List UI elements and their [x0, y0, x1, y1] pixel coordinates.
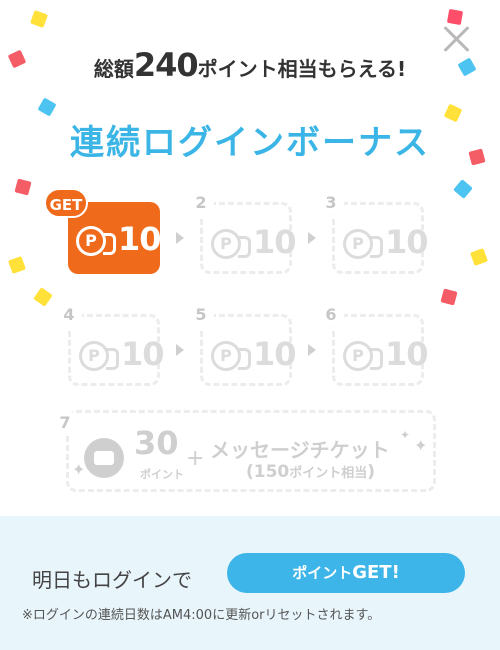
- confetti-piece: [37, 97, 57, 117]
- ticket-value-note: (150ポイント相当): [246, 462, 375, 482]
- sparkle-icon: ✦: [72, 460, 86, 479]
- point-coin-icon: P: [343, 341, 383, 371]
- get-points-button[interactable]: ポイントGET!: [227, 553, 465, 593]
- day-4-tile: P 10: [68, 314, 165, 386]
- day-7-amount: 30: [134, 424, 179, 462]
- day-3-number: 3: [318, 190, 344, 216]
- reset-note: ※ログインの連続日数はAM4:00に更新orリセットされます。: [22, 608, 381, 623]
- point-coin-icon: P: [343, 229, 383, 259]
- plus-sign: +: [186, 446, 205, 471]
- ticket-value-number: (150: [246, 462, 290, 482]
- day-5-amount: 10: [253, 335, 297, 373]
- day-1-amount: 10: [118, 220, 162, 258]
- confetti-piece: [30, 10, 48, 28]
- day-6-number: 6: [318, 302, 344, 328]
- arrow-right-icon: [308, 344, 316, 356]
- confetti-piece: [8, 256, 26, 274]
- day-2-amount: 10: [253, 223, 297, 261]
- day-2-tile: P 10: [200, 202, 297, 274]
- ticket-value-unit: ポイント相当: [289, 466, 368, 481]
- ticket-value-close: ): [367, 462, 376, 482]
- day-6-tile: P 10: [332, 314, 429, 386]
- total-points-subtitle: 総額240ポイント相当もらえる!: [0, 46, 500, 84]
- point-coin-icon: P: [211, 229, 251, 259]
- sparkle-icon: ✦: [400, 428, 411, 442]
- day-7-number: 7: [52, 410, 78, 436]
- subtitle-prefix: 総額: [93, 57, 134, 81]
- day-4-number: 4: [56, 302, 82, 328]
- get-points-button-small: ポイント: [292, 564, 353, 582]
- confetti-piece: [453, 179, 473, 199]
- day-2-number: 2: [188, 190, 214, 216]
- day-3-tile: P 10: [332, 202, 429, 274]
- point-coin-icon: P: [211, 341, 251, 371]
- message-ticket-label: メッセージチケット: [210, 438, 390, 462]
- arrow-right-icon: [176, 344, 184, 356]
- get-points-button-label: GET!: [352, 562, 400, 583]
- day-3-amount: 10: [385, 223, 429, 261]
- arrow-right-icon: [308, 232, 316, 244]
- day-7-unit: ポイント: [140, 468, 184, 481]
- confetti-piece: [33, 287, 53, 307]
- point-coin-icon: P: [76, 226, 116, 256]
- page-title: 連続ログインボーナス: [70, 123, 430, 163]
- day-6-amount: 10: [385, 335, 429, 373]
- point-coin-icon: P: [79, 341, 119, 371]
- confetti-piece: [14, 178, 32, 196]
- confetti-piece: [440, 288, 458, 306]
- subtitle-total-number: 240: [133, 46, 199, 84]
- get-badge: GET: [44, 188, 88, 218]
- sparkle-icon: ✦: [414, 436, 428, 455]
- footer-message: 明日もログインで: [32, 568, 192, 592]
- ticket-icon: [84, 438, 124, 478]
- day-4-amount: 10: [121, 335, 165, 373]
- day-5-tile: P 10: [200, 314, 297, 386]
- arrow-right-icon: [176, 232, 184, 244]
- subtitle-suffix: ポイント相当もらえる!: [197, 57, 407, 81]
- login-bonus-modal: 総額240ポイント相当もらえる! 連続ログインボーナス P 10 GET P 1…: [0, 0, 500, 650]
- confetti-piece: [470, 248, 488, 266]
- day-5-number: 5: [188, 302, 214, 328]
